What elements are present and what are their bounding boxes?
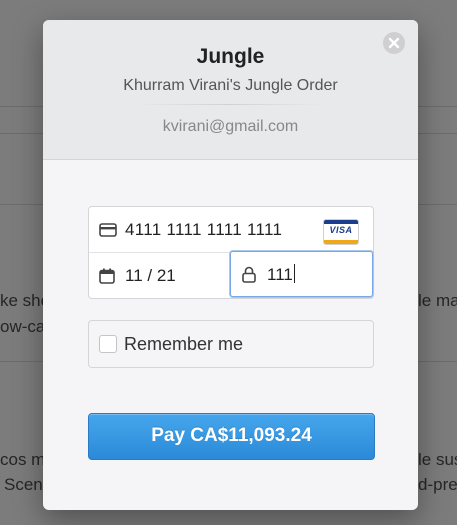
cvc-field[interactable]: 111 (230, 251, 373, 297)
credit-card-icon (99, 223, 117, 237)
visa-logo: VISA (323, 219, 359, 245)
remember-me-option[interactable]: Remember me (88, 320, 374, 368)
cvc-input[interactable]: 111 (267, 264, 295, 285)
card-details-group: 4111 1111 1111 1111 VISA 11 / 21 111 (88, 206, 374, 299)
card-number-field[interactable]: 4111 1111 1111 1111 VISA (89, 207, 373, 252)
cvc-value: 111 (267, 265, 293, 284)
card-number-value[interactable]: 4111 1111 1111 1111 (125, 220, 282, 240)
text-cursor (293, 264, 295, 283)
merchant-title: Jungle (196, 45, 265, 68)
lock-icon (242, 266, 256, 283)
calendar-icon (99, 268, 115, 284)
background-text: le sus (418, 450, 457, 469)
modal-header: Jungle Khurram Virani's Jungle Order kvi… (43, 20, 418, 160)
background-text: d-pre (418, 475, 457, 494)
customer-email[interactable]: kvirani@gmail.com (43, 118, 418, 136)
background-text: Scen (4, 475, 43, 494)
background-text: le ma (418, 291, 457, 310)
background-text: ow-ca (0, 317, 46, 336)
remember-me-checkbox[interactable] (99, 335, 117, 353)
pay-button[interactable]: Pay CA$11,093.24 (88, 413, 375, 460)
header-separator (135, 104, 325, 105)
remember-me-label[interactable]: Remember me (124, 334, 243, 355)
background-text: cos m (0, 450, 46, 469)
expiry-field[interactable]: 11 / 21 (89, 253, 231, 298)
checkout-modal: Jungle Khurram Virani's Jungle Order kvi… (43, 20, 418, 510)
expiry-value[interactable]: 11 / 21 (125, 266, 176, 286)
card-brand-label: VISA (329, 225, 353, 235)
order-description: Khurram Virani's Jungle Order (123, 77, 338, 94)
